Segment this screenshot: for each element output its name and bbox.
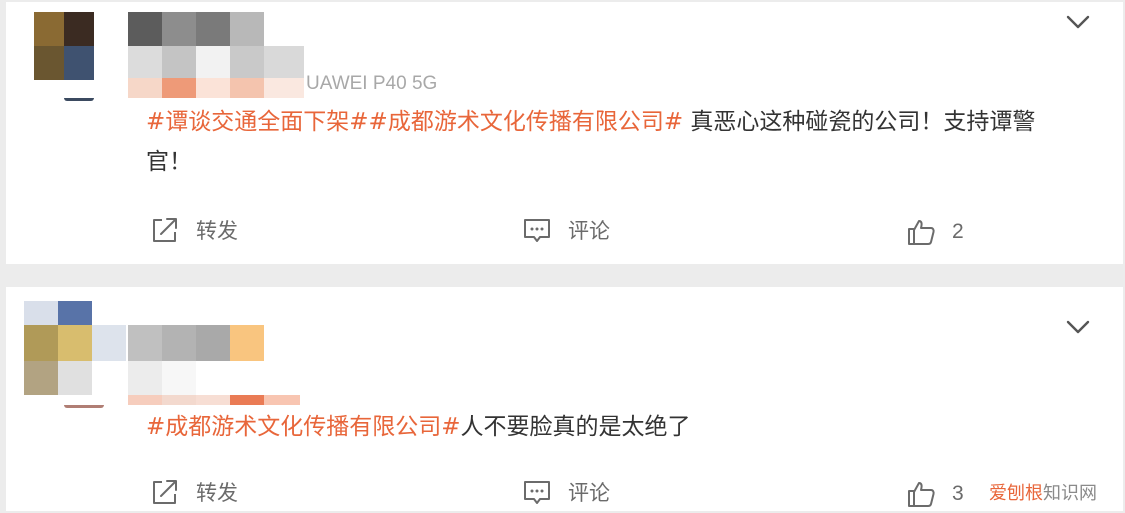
comment-text: #谭谈交通全面下架##成都游术文化传播有限公司# 真恶心这种碰瓷的公司！支持谭警… xyxy=(146,102,1086,182)
watermark: 爱刨根知识网 xyxy=(989,479,1097,505)
topic-link[interactable]: #成都游术文化传播有限公司# xyxy=(369,109,684,135)
repost-label: 转发 xyxy=(196,219,238,243)
comment-card: UAWEI P40 5G #谭谈交通全面下架##成都游术文化传播有限公司# 真恶… xyxy=(6,2,1123,264)
username-blurred[interactable] xyxy=(128,325,308,411)
like-count: 3 xyxy=(952,482,964,505)
watermark-site: 知识网 xyxy=(1043,483,1097,504)
chevron-down-icon[interactable] xyxy=(1063,10,1093,34)
username-blurred[interactable] xyxy=(128,12,308,100)
thumbs-up-icon xyxy=(908,482,935,507)
repost-label: 转发 xyxy=(196,481,238,505)
avatar[interactable] xyxy=(24,301,134,409)
watermark-brand: 爱刨根 xyxy=(989,483,1043,504)
avatar[interactable] xyxy=(34,12,94,104)
comment-body: 真恶心这种碰瓷的公司！支持谭警 xyxy=(683,109,1036,135)
comment-text: #成都游术文化传播有限公司#人不要脸真的是太绝了 xyxy=(146,407,1086,447)
comment-label: 评论 xyxy=(568,219,610,243)
like-count: 2 xyxy=(952,220,964,243)
comment-icon xyxy=(524,219,550,242)
like-button[interactable]: 3 xyxy=(906,479,964,509)
topic-link[interactable]: #成都游术文化传播有限公司# xyxy=(146,414,461,440)
comment-card: #成都游术文化传播有限公司#人不要脸真的是太绝了 转发 评论 3 爱刨根知识网 xyxy=(6,287,1123,511)
like-button[interactable]: 2 xyxy=(906,217,964,247)
repost-button[interactable]: 转发 xyxy=(150,215,238,245)
comment-label: 评论 xyxy=(568,481,610,505)
repost-icon xyxy=(153,218,177,242)
device-label: UAWEI P40 5G xyxy=(306,73,438,94)
comment-body: 官！ xyxy=(146,149,192,175)
comment-button[interactable]: 评论 xyxy=(522,215,610,245)
chevron-down-icon[interactable] xyxy=(1063,315,1093,339)
repost-button[interactable]: 转发 xyxy=(150,477,238,507)
comment-icon xyxy=(524,481,550,504)
thumbs-up-icon xyxy=(908,220,935,245)
comment-button[interactable]: 评论 xyxy=(522,477,610,507)
topic-link[interactable]: #谭谈交通全面下架# xyxy=(146,109,369,135)
repost-icon xyxy=(153,480,177,504)
comment-body: 人不要脸真的是太绝了 xyxy=(460,414,691,440)
